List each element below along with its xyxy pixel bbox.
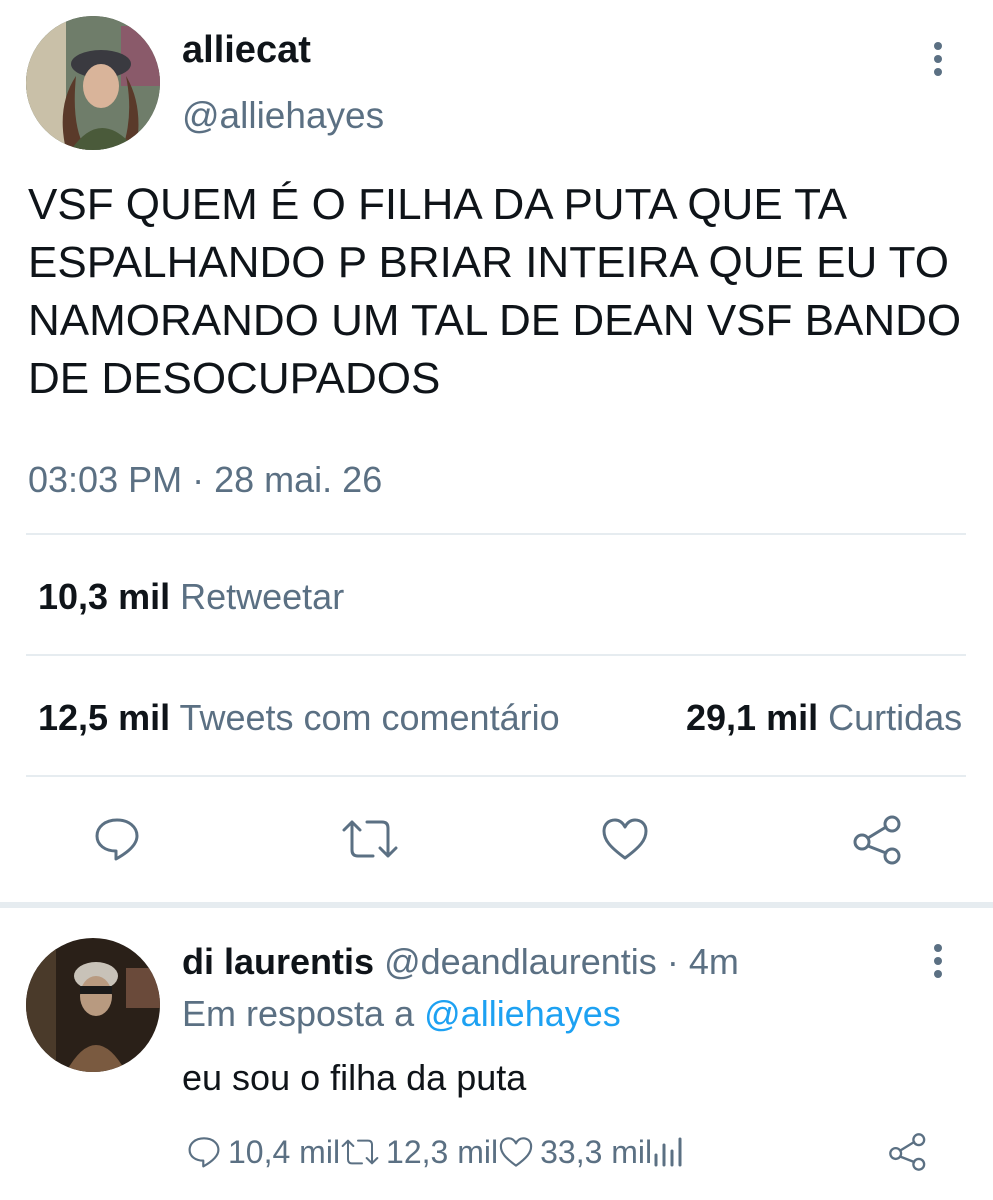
reply-share-button[interactable] bbox=[888, 1132, 928, 1172]
reply-reply-count: 10,4 mil bbox=[228, 1134, 341, 1170]
reply-like-count: 33,3 mil bbox=[540, 1134, 653, 1170]
like-icon bbox=[499, 1137, 533, 1167]
retweets-label: Retweetar bbox=[180, 576, 345, 617]
reply-action-bar: 10,4 mil 12,3 mil 33,3 mil bbox=[186, 1130, 686, 1174]
retweet-icon bbox=[341, 1139, 379, 1165]
share-icon bbox=[853, 815, 901, 865]
reply-retweet-count: 12,3 mil bbox=[386, 1134, 499, 1170]
reply-analytics-button[interactable] bbox=[652, 1135, 686, 1169]
share-icon bbox=[889, 1133, 926, 1171]
divider bbox=[26, 775, 966, 777]
tweet-text: VSF QUEM É O FILHA DA PUTA QUE TA ESPALH… bbox=[28, 180, 962, 403]
more-options-icon[interactable] bbox=[926, 40, 950, 80]
timestamp-separator: · bbox=[192, 459, 205, 500]
reply-retweet-button[interactable]: 12,3 mil bbox=[340, 1130, 498, 1174]
like-button[interactable] bbox=[600, 816, 650, 862]
author-avatar[interactable] bbox=[26, 16, 160, 150]
likes-count: 29,1 mil bbox=[686, 697, 819, 738]
tweet-time: 03:03 PM bbox=[28, 459, 183, 500]
author-name[interactable]: alliecat bbox=[182, 28, 311, 72]
tweet-date: 28 mai. 26 bbox=[214, 459, 383, 500]
quotes-count: 12,5 mil bbox=[38, 697, 171, 738]
reply-context-prefix: Em resposta a bbox=[182, 993, 415, 1034]
reply-icon bbox=[188, 1137, 220, 1168]
reply-icon bbox=[95, 818, 139, 861]
divider bbox=[26, 533, 966, 535]
reply-to-mention[interactable]: @alliehayes bbox=[424, 993, 621, 1034]
retweets-stat[interactable]: 10,3 mil Retweetar bbox=[38, 575, 344, 619]
quotes-label: Tweets com comentário bbox=[179, 697, 560, 738]
reply-more-options-icon[interactable] bbox=[926, 942, 950, 982]
reply-reply-button[interactable]: 10,4 mil bbox=[186, 1130, 340, 1174]
quotes-stat[interactable]: 12,5 mil Tweets com comentário bbox=[38, 696, 560, 740]
retweet-icon bbox=[342, 820, 398, 858]
retweet-button[interactable] bbox=[340, 816, 400, 862]
section-divider bbox=[0, 902, 993, 908]
share-button[interactable] bbox=[852, 814, 904, 866]
reply-author-handle[interactable]: @deandlaurentis bbox=[384, 941, 657, 982]
reply-author-avatar[interactable] bbox=[26, 938, 160, 1072]
reply-text: eu sou o filha da puta bbox=[182, 1057, 527, 1098]
like-icon bbox=[602, 818, 648, 860]
reply-time-separator: · bbox=[666, 941, 679, 982]
reply-button[interactable] bbox=[92, 814, 142, 864]
reply-header: di laurentis @deandlaurentis · 4m bbox=[182, 940, 739, 984]
author-handle[interactable]: @alliehayes bbox=[182, 94, 384, 138]
reply-time-ago[interactable]: 4m bbox=[689, 941, 739, 982]
reply-like-button[interactable]: 33,3 mil bbox=[498, 1130, 652, 1174]
reply-author-name[interactable]: di laurentis bbox=[182, 941, 374, 982]
divider bbox=[26, 654, 966, 656]
reply-context: Em resposta a @alliehayes bbox=[182, 992, 621, 1036]
retweets-count: 10,3 mil bbox=[38, 576, 171, 617]
likes-label: Curtidas bbox=[828, 697, 963, 738]
tweet-timestamp[interactable]: 03:03 PM · 28 mai. 26 bbox=[28, 458, 382, 502]
analytics-icon bbox=[654, 1137, 682, 1167]
likes-stat[interactable]: 29,1 mil Curtidas bbox=[686, 696, 993, 740]
